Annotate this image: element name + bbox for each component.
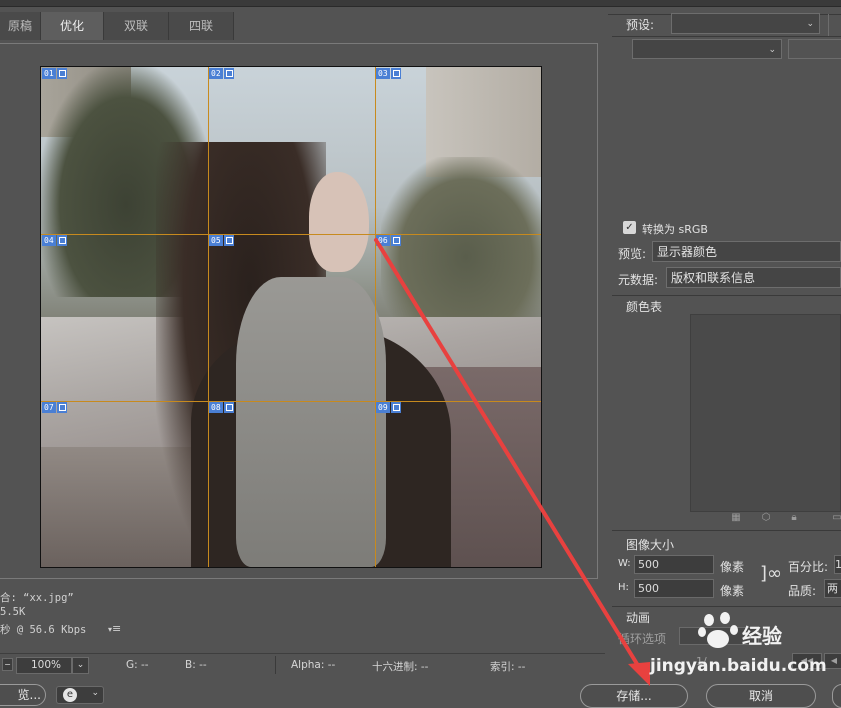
arrow-line [374,238,644,674]
watermark-url: jingyan.baidu.com [650,656,827,676]
baidu-paw-logo [696,608,740,652]
arrow-head [628,662,650,686]
watermark-text: 经验 [742,624,782,648]
annotation-arrow [374,238,650,686]
